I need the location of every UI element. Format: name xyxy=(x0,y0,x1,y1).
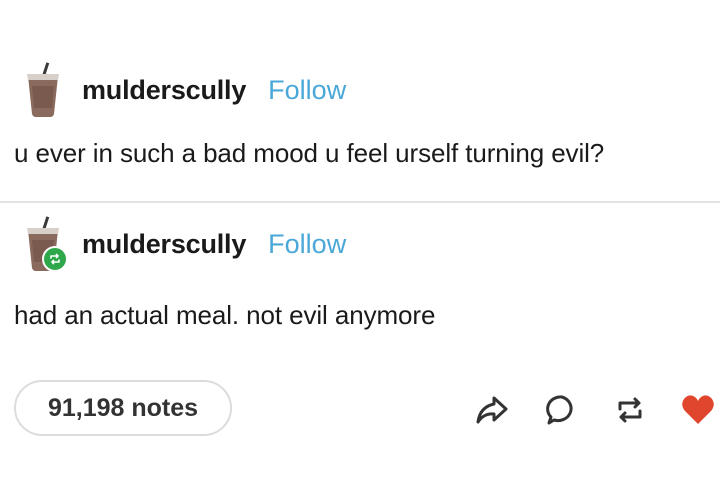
post-body-text: u ever in such a bad mood u feel urself … xyxy=(14,138,605,168)
post-header: mulderscully Follow xyxy=(20,62,346,118)
username[interactable]: mulderscully xyxy=(82,229,246,260)
post-body-text: had an actual meal. not evil anymore xyxy=(14,300,436,330)
avatar[interactable] xyxy=(20,62,68,118)
share-button[interactable] xyxy=(470,388,514,432)
iced-coffee-icon xyxy=(27,62,59,117)
reblog-badge-icon xyxy=(42,246,68,272)
reply-icon xyxy=(546,395,573,425)
username[interactable]: mulderscully xyxy=(82,75,246,106)
follow-button[interactable]: Follow xyxy=(268,75,346,106)
follow-button[interactable]: Follow xyxy=(268,229,346,260)
reblog-button[interactable] xyxy=(608,388,652,432)
avatar[interactable] xyxy=(20,216,68,272)
post-original: mulderscully Follow u ever in such a bad… xyxy=(0,0,720,200)
reply-button[interactable] xyxy=(540,388,584,432)
like-icon xyxy=(682,395,714,424)
post-header: mulderscully Follow xyxy=(20,216,346,272)
post-divider xyxy=(0,201,720,203)
like-button[interactable] xyxy=(676,388,720,432)
notes-count-button[interactable]: 91,198 notes xyxy=(14,380,232,436)
post-reblog: mulderscully Follow had an actual meal. … xyxy=(0,204,720,354)
share-icon xyxy=(476,396,508,424)
post-actions xyxy=(470,388,720,432)
reblog-icon xyxy=(618,397,642,423)
